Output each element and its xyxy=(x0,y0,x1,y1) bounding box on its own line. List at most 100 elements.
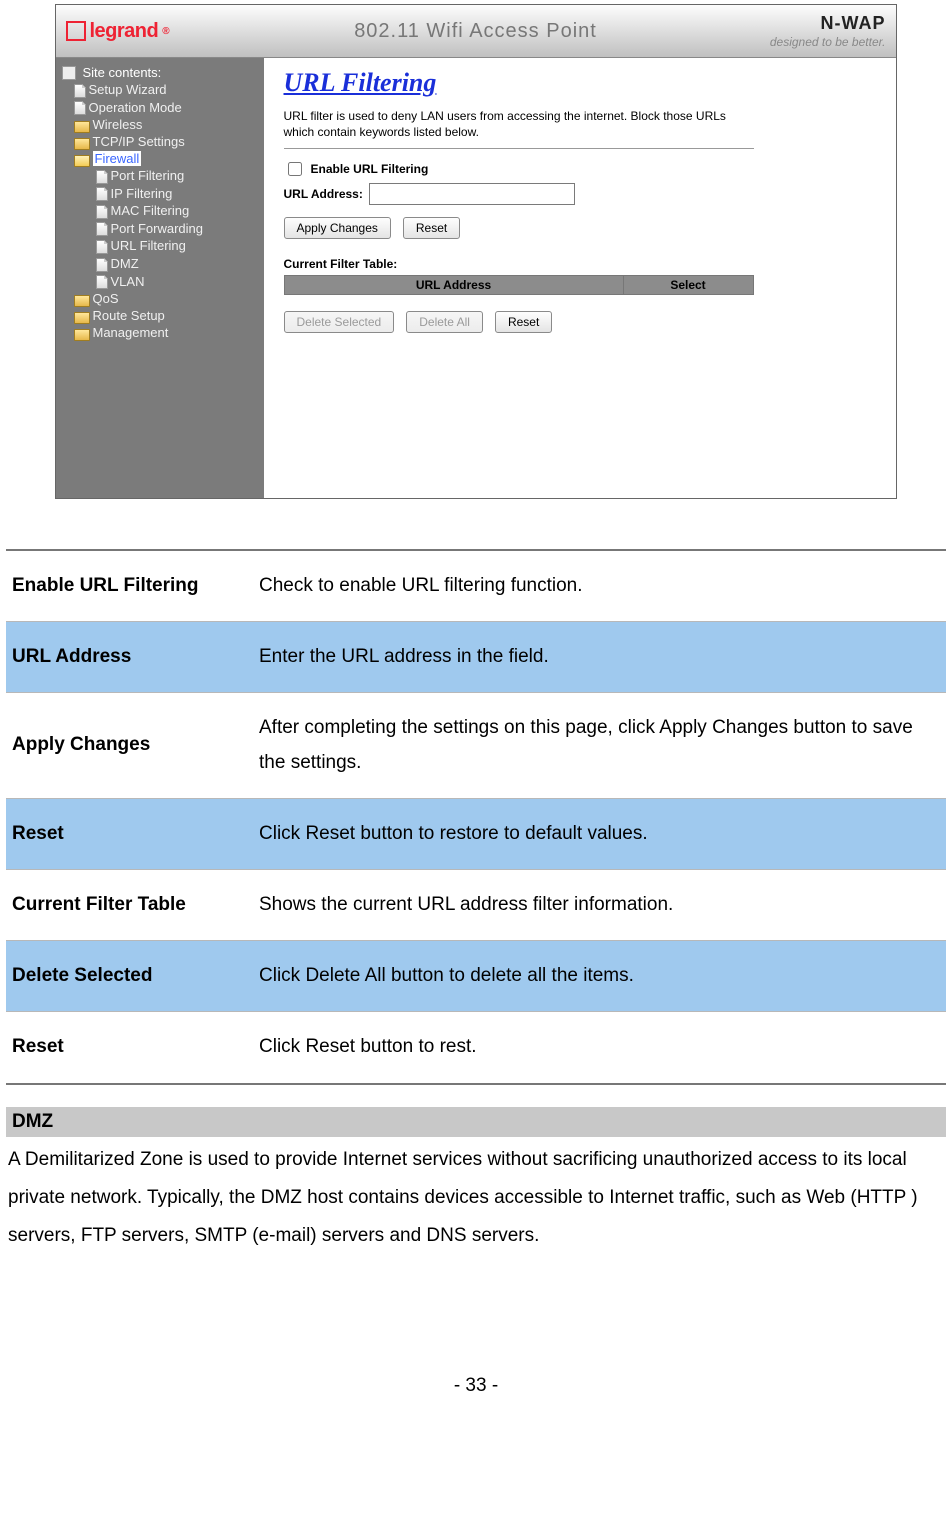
delete-all-button[interactable]: Delete All xyxy=(406,311,483,333)
doc-icon xyxy=(96,205,108,219)
reset-table-button[interactable]: Reset xyxy=(495,311,552,333)
sidebar-item-label: Management xyxy=(93,325,169,340)
logo-reg: ® xyxy=(162,26,169,37)
sidebar-item-url-filtering[interactable]: URL Filtering xyxy=(60,237,260,255)
doc-row: Delete SelectedClick Delete All button t… xyxy=(6,941,946,1012)
doc-val: Click Reset button to rest. xyxy=(253,1012,946,1083)
product-tagline: designed to be better. xyxy=(770,35,886,49)
doc-val: Click Reset button to restore to default… xyxy=(253,798,946,869)
url-address-label: URL Address: xyxy=(284,187,363,201)
doc-bottom-divider xyxy=(6,1083,946,1085)
sidebar-item-operation-mode[interactable]: Operation Mode xyxy=(60,99,260,117)
doc-icon xyxy=(96,187,108,201)
sidebar-item-management[interactable]: Management xyxy=(60,324,260,341)
page-description: URL filter is used to deny LAN users fro… xyxy=(284,108,754,140)
doc-icon xyxy=(96,275,108,289)
doc-val: Click Delete All button to delete all th… xyxy=(253,941,946,1012)
sidebar-item-route-setup[interactable]: Route Setup xyxy=(60,307,260,324)
sidebar-item-qos[interactable]: QoS xyxy=(60,290,260,307)
doc-val: Check to enable URL filtering function. xyxy=(253,551,946,622)
sidebar-item-setup-wizard[interactable]: Setup Wizard xyxy=(60,81,260,99)
folder-icon xyxy=(74,329,90,341)
sidebar-item-label: Wireless xyxy=(93,117,143,132)
doc-key: Current Filter Table xyxy=(6,869,253,940)
doc-area: Enable URL FilteringCheck to enable URL … xyxy=(6,549,946,1397)
sidebar-item-label: MAC Filtering xyxy=(111,203,190,218)
folder-open-icon xyxy=(74,155,90,167)
sidebar-item-vlan[interactable]: VLAN xyxy=(60,273,260,291)
router-screenshot: legrand® 802.11 Wifi Access Point N-WAP … xyxy=(55,4,897,499)
doc-row: URL AddressEnter the URL address in the … xyxy=(6,622,946,693)
sidebar-item-label: IP Filtering xyxy=(111,186,173,201)
logo: legrand® xyxy=(66,20,170,43)
sidebar-item-label: DMZ xyxy=(111,256,139,271)
divider xyxy=(284,148,754,149)
sidebar-item-firewall[interactable]: Firewall xyxy=(60,150,260,167)
logo-text: legrand xyxy=(90,20,159,43)
sidebar: Site contents: Setup Wizard Operation Mo… xyxy=(56,58,264,498)
doc-icon xyxy=(74,84,86,98)
enable-url-filtering-label: Enable URL Filtering xyxy=(311,162,429,176)
doc-icon xyxy=(96,258,108,272)
header-right: N-WAP designed to be better. xyxy=(770,13,886,49)
page-title: URL Filtering xyxy=(284,68,876,98)
sidebar-item-label: Setup Wizard xyxy=(89,82,167,97)
doc-key: Enable URL Filtering xyxy=(6,551,253,622)
doc-key: URL Address xyxy=(6,622,253,693)
sidebar-item-label: VLAN xyxy=(111,274,145,289)
sidebar-item-mac-filtering[interactable]: MAC Filtering xyxy=(60,202,260,220)
doc-key: Reset xyxy=(6,1012,253,1083)
filter-table-heading: Current Filter Table: xyxy=(284,257,876,271)
doc-row: Apply ChangesAfter completing the settin… xyxy=(6,693,946,798)
sidebar-item-label: Route Setup xyxy=(93,308,165,323)
folder-icon xyxy=(74,312,90,324)
sidebar-item-label: TCP/IP Settings xyxy=(93,134,185,149)
filter-table-th-url: URL Address xyxy=(284,276,623,295)
sidebar-item-port-forwarding[interactable]: Port Forwarding xyxy=(60,220,260,238)
apply-changes-button[interactable]: Apply Changes xyxy=(284,217,391,239)
page-number: - 33 - xyxy=(6,1375,946,1397)
sidebar-item-ip-filtering[interactable]: IP Filtering xyxy=(60,185,260,203)
sidebar-item-label: Port Forwarding xyxy=(111,221,203,236)
sidebar-item-tcpip[interactable]: TCP/IP Settings xyxy=(60,133,260,150)
doc-icon xyxy=(96,240,108,254)
sidebar-item-dmz[interactable]: DMZ xyxy=(60,255,260,273)
dmz-body: A Demilitarized Zone is used to provide … xyxy=(6,1137,946,1255)
doc-val: After completing the settings on this pa… xyxy=(253,693,946,798)
product-brand: N-WAP xyxy=(770,13,886,35)
sidebar-item-label: Port Filtering xyxy=(111,168,185,183)
filter-table: URL Address Select xyxy=(284,275,754,295)
doc-row: Current Filter TableShows the current UR… xyxy=(6,869,946,940)
url-address-input[interactable] xyxy=(369,183,575,205)
doc-key: Delete Selected xyxy=(6,941,253,1012)
doc-key: Apply Changes xyxy=(6,693,253,798)
book-icon xyxy=(62,66,76,80)
enable-url-filtering-checkbox[interactable] xyxy=(288,162,302,176)
sidebar-item-wireless[interactable]: Wireless xyxy=(60,116,260,133)
folder-icon xyxy=(74,121,90,133)
sidebar-item-label: QoS xyxy=(93,291,119,306)
reset-button[interactable]: Reset xyxy=(403,217,460,239)
content-pane: URL Filtering URL filter is used to deny… xyxy=(264,58,896,498)
folder-icon xyxy=(74,295,90,307)
doc-row: ResetClick Reset button to rest. xyxy=(6,1012,946,1083)
screenshot-header: legrand® 802.11 Wifi Access Point N-WAP … xyxy=(56,5,896,58)
sidebar-item-label: Firewall xyxy=(93,151,142,166)
logo-mark-icon xyxy=(66,21,86,41)
doc-key: Reset xyxy=(6,798,253,869)
doc-row: ResetClick Reset button to restore to de… xyxy=(6,798,946,869)
delete-selected-button[interactable]: Delete Selected xyxy=(284,311,395,333)
dmz-heading: DMZ xyxy=(6,1107,946,1137)
sidebar-item-port-filtering[interactable]: Port Filtering xyxy=(60,167,260,185)
doc-val: Shows the current URL address filter inf… xyxy=(253,869,946,940)
doc-table: Enable URL FilteringCheck to enable URL … xyxy=(6,551,946,1083)
sidebar-heading-label: Site contents: xyxy=(83,65,162,80)
doc-row: Enable URL FilteringCheck to enable URL … xyxy=(6,551,946,622)
sidebar-item-label: URL Filtering xyxy=(111,238,186,253)
sidebar-item-label: Operation Mode xyxy=(89,100,182,115)
sidebar-heading: Site contents: xyxy=(60,64,260,81)
folder-icon xyxy=(74,138,90,150)
doc-icon xyxy=(74,101,86,115)
filter-table-th-select: Select xyxy=(623,276,753,295)
doc-val: Enter the URL address in the field. xyxy=(253,622,946,693)
